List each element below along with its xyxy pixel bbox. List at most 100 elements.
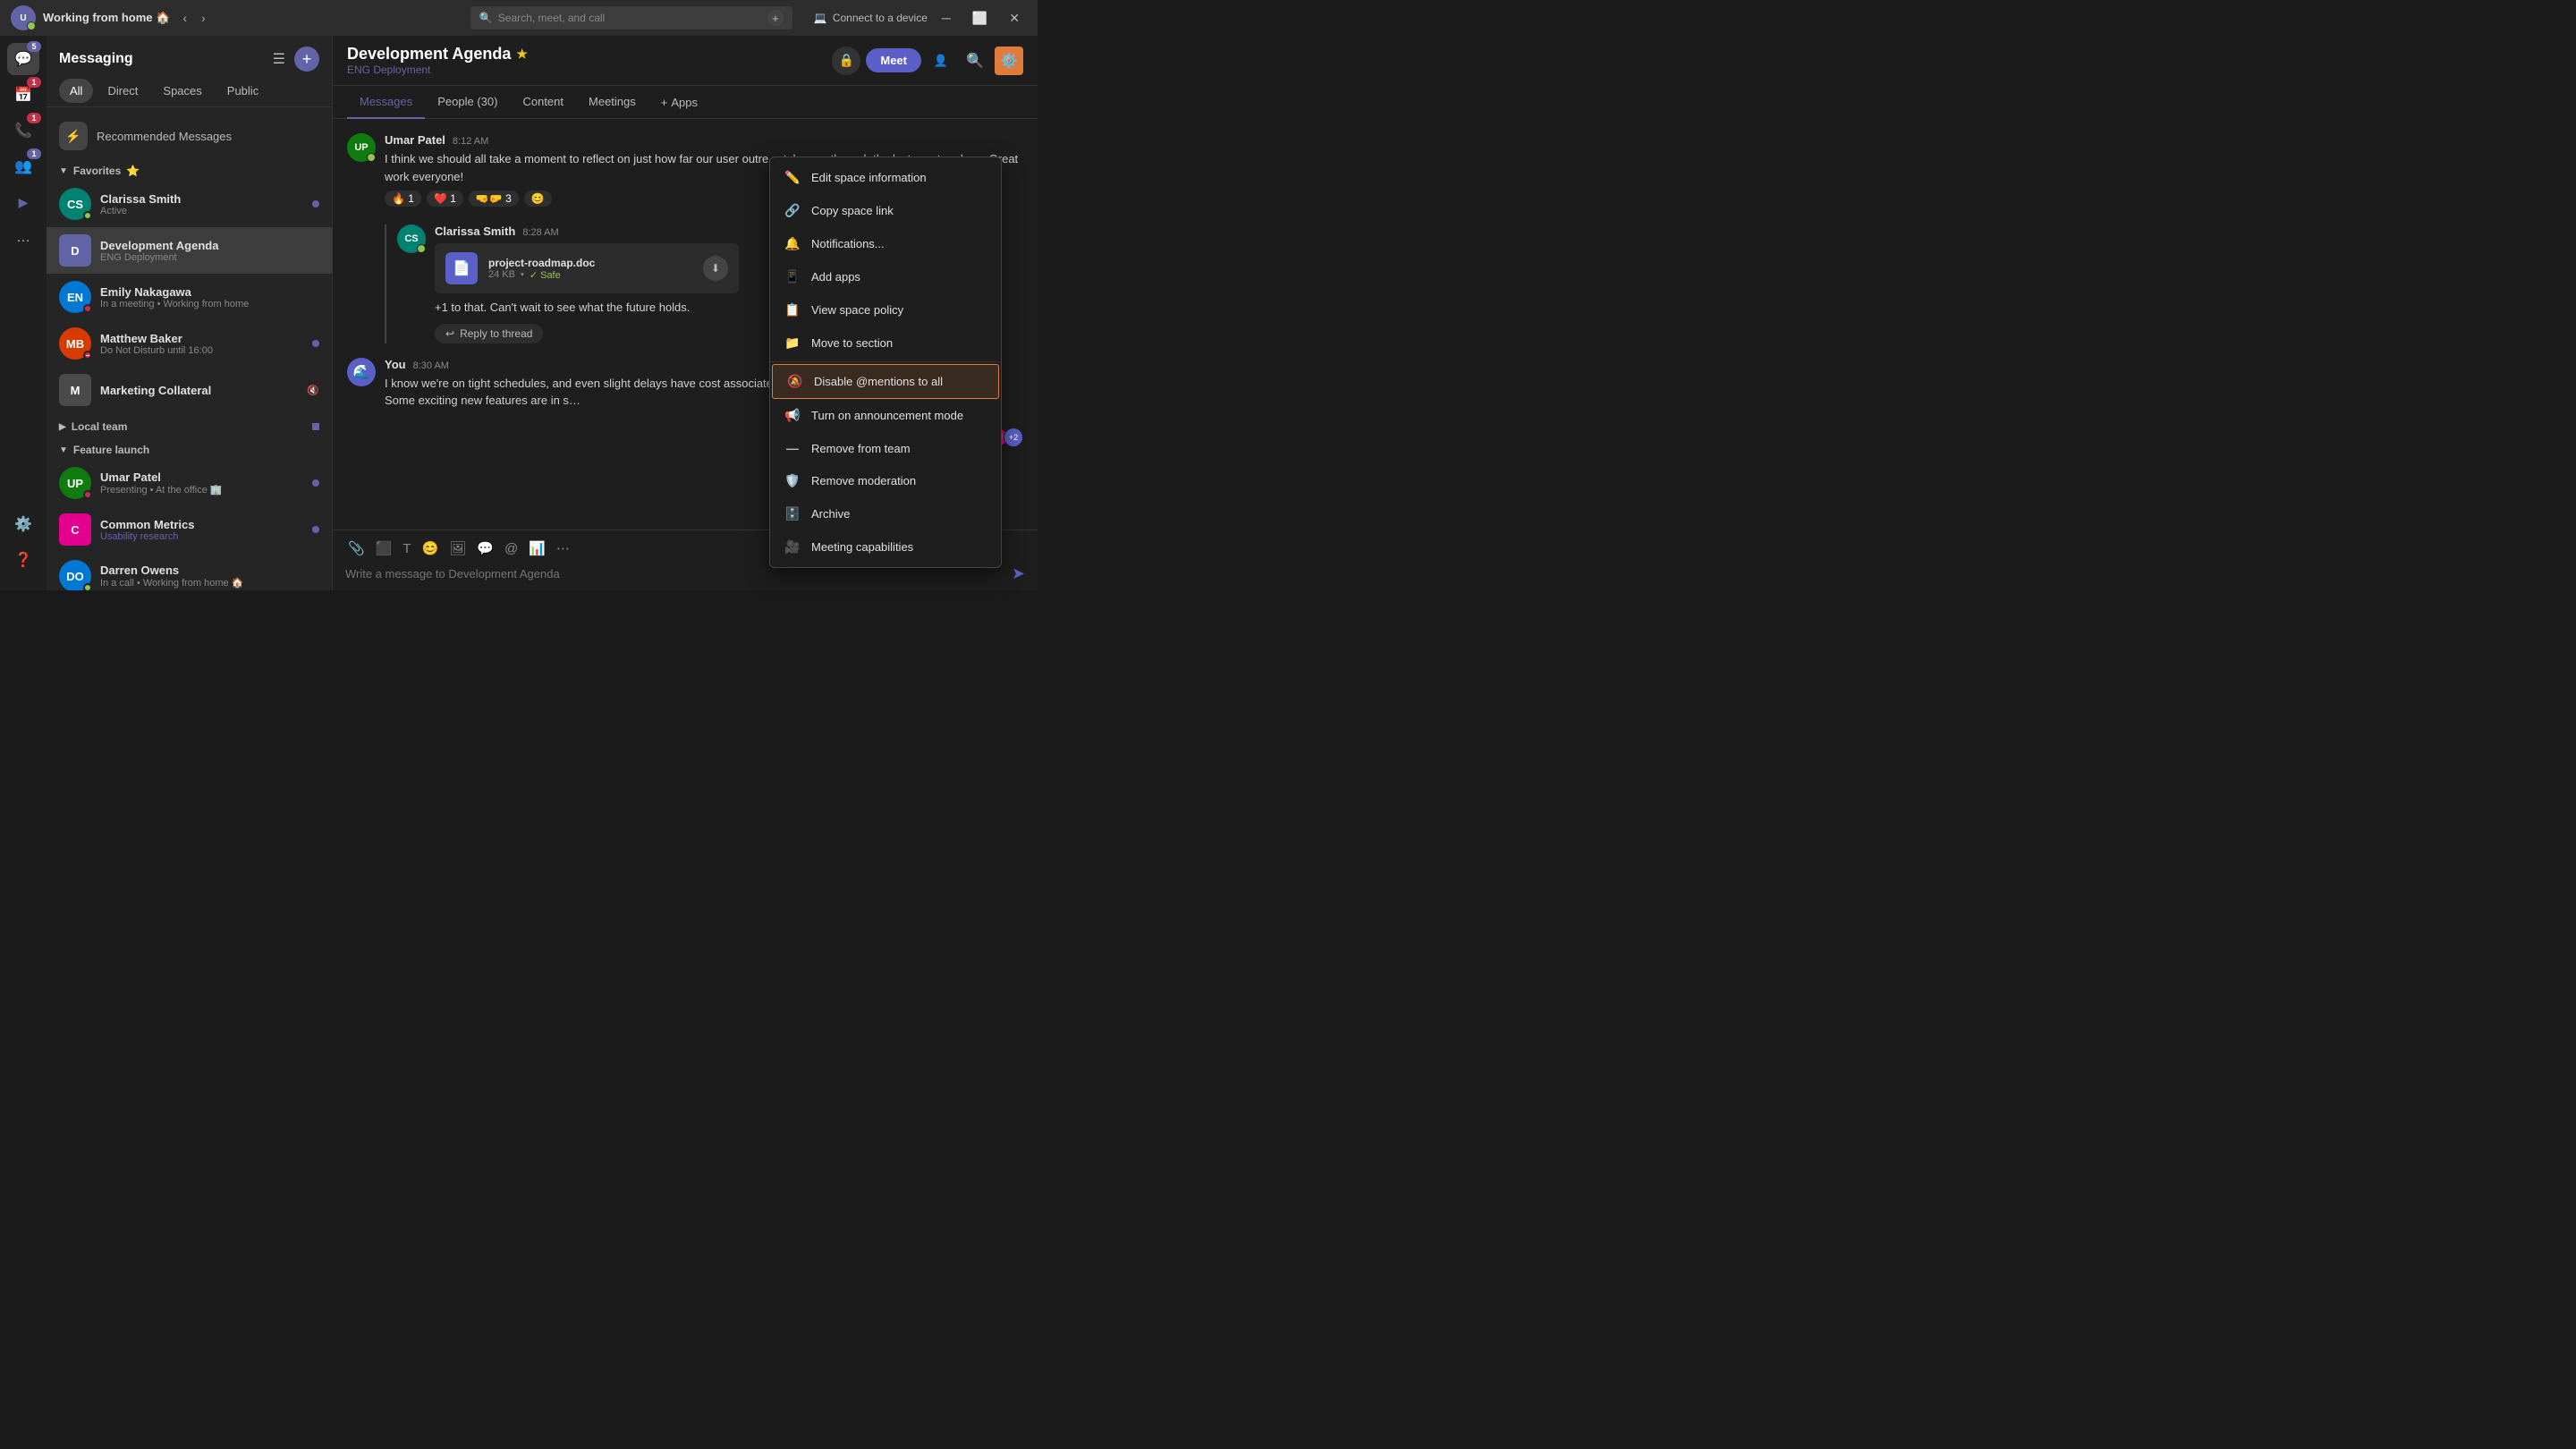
feature-launch-chevron: ▼: [59, 445, 68, 455]
sticker-btn[interactable]: 💬: [474, 538, 496, 559]
lightning-icon: ⚡: [59, 122, 88, 150]
reaction-fire[interactable]: 🔥 1: [385, 191, 421, 207]
minimize-btn[interactable]: ─: [935, 9, 958, 28]
favorites-label: Favorites: [73, 165, 121, 177]
tab-spaces[interactable]: Spaces: [152, 79, 212, 103]
ctx-view-policy[interactable]: 📋 View space policy: [770, 293, 1001, 326]
chat-tabs: Messages People (30) Content Meetings + …: [333, 86, 1038, 119]
search-btn[interactable]: 🔍: [961, 47, 989, 75]
text-btn[interactable]: T: [400, 538, 413, 559]
clarissa-sub: Active: [100, 206, 303, 216]
folder-icon: 📁: [784, 335, 801, 351]
context-menu: ✏️ Edit space information 🔗 Copy space l…: [769, 157, 1002, 568]
ctx-add-apps[interactable]: 📱 Add apps: [770, 260, 1001, 293]
recommended-messages-item[interactable]: ⚡ Recommended Messages: [47, 114, 332, 157]
common-metrics-sub: Usability research: [100, 531, 303, 542]
user-avatar[interactable]: U: [11, 5, 36, 30]
sidebar-item-activity[interactable]: ▶: [7, 186, 39, 218]
sidebar-item-teams[interactable]: 👥 1: [7, 150, 39, 182]
reaction-smile[interactable]: 😊: [524, 191, 552, 207]
send-btn[interactable]: ➤: [1012, 564, 1025, 583]
attach-btn[interactable]: 📎: [345, 538, 368, 559]
ctx-edit-space[interactable]: ✏️ Edit space information: [770, 161, 1001, 194]
filter-btn[interactable]: ☰: [269, 47, 289, 72]
help-icon: ❓: [14, 551, 32, 569]
favorites-chevron: ▼: [59, 166, 68, 176]
ctx-copy-link[interactable]: 🔗 Copy space link: [770, 194, 1001, 227]
more-tools-btn[interactable]: ⋯: [554, 538, 572, 559]
darren-name: Darren Owens: [100, 564, 319, 577]
close-btn[interactable]: ✕: [1002, 9, 1027, 28]
ctx-archive[interactable]: 🗄️ Archive: [770, 497, 1001, 530]
search-bar[interactable]: 🔍 Search, meet, and call +: [470, 6, 792, 30]
ctx-meeting-capabilities[interactable]: 🎥 Meeting capabilities: [770, 530, 1001, 564]
message-input[interactable]: [345, 567, 1003, 580]
chat-item-marketing[interactable]: M Marketing Collateral 🔇: [47, 367, 332, 413]
connect-device[interactable]: 💻 Connect to a device: [814, 12, 928, 24]
tab-public[interactable]: Public: [216, 79, 269, 103]
search-add-btn[interactable]: +: [767, 10, 784, 26]
lock-btn[interactable]: 🔒: [832, 47, 860, 75]
chat-item-umar[interactable]: UP Umar Patel Presenting • At the office…: [47, 460, 332, 506]
section-local-team[interactable]: ▶ Local team: [47, 413, 332, 436]
meet-btn[interactable]: Meet: [866, 48, 921, 72]
ctx-move-section[interactable]: 📁 Move to section: [770, 326, 1001, 360]
chat-item-emily[interactable]: EN Emily Nakagawa In a meeting • Working…: [47, 274, 332, 320]
file-name: project-roadmap.doc: [488, 257, 692, 269]
file-download-btn[interactable]: ⬇: [703, 256, 728, 281]
poll-btn[interactable]: 📊: [526, 538, 548, 559]
matthew-name: Matthew Baker: [100, 332, 303, 345]
reaction-heart[interactable]: ❤️ 1: [427, 191, 463, 207]
ctx-notifications[interactable]: 🔔 Notifications...: [770, 227, 1001, 260]
ctx-remove-moderation[interactable]: 🛡️ Remove moderation: [770, 464, 1001, 497]
chat-item-dev-agenda[interactable]: D Development Agenda ENG Deployment: [47, 227, 332, 274]
section-favorites[interactable]: ▼ Favorites ⭐: [47, 157, 332, 181]
nav-forward[interactable]: ›: [196, 9, 211, 27]
gif-btn[interactable]: 🖼: [446, 538, 469, 559]
ctx-announcement-mode[interactable]: 📢 Turn on announcement mode: [770, 399, 1001, 432]
sidebar-item-help[interactable]: ❓: [7, 544, 39, 576]
section-feature-launch[interactable]: ▼ Feature launch: [47, 436, 332, 460]
mute-mentions-icon: 🔕: [787, 374, 803, 389]
mention-btn[interactable]: @: [502, 538, 521, 559]
participants-btn[interactable]: 👤: [927, 47, 955, 75]
marketing-name: Marketing Collateral: [100, 384, 298, 397]
umar-msg-time: 8:12 AM: [453, 136, 488, 147]
favorites-star-icon: ⭐: [126, 165, 140, 177]
chat-item-darren[interactable]: DO Darren Owens In a call • Working from…: [47, 553, 332, 590]
format-btn[interactable]: ⬛: [373, 538, 395, 559]
tab-all[interactable]: All: [59, 79, 93, 103]
chat-item-clarissa[interactable]: CS Clarissa Smith Active: [47, 181, 332, 227]
sidebar-item-chat[interactable]: 💬 5: [7, 43, 39, 75]
sidebar-item-calendar[interactable]: 📅 1: [7, 79, 39, 111]
recommended-label: Recommended Messages: [97, 130, 232, 143]
darren-status: [83, 583, 92, 590]
tab-content[interactable]: Content: [510, 86, 576, 119]
reply-thread-btn[interactable]: ↩ Reply to thread: [435, 324, 543, 343]
search-placeholder: Search, meet, and call: [498, 12, 605, 24]
sidebar-item-more[interactable]: …: [7, 222, 39, 254]
tab-meetings[interactable]: Meetings: [576, 86, 648, 119]
chat-item-common-metrics[interactable]: C Common Metrics Usability research: [47, 506, 332, 553]
new-message-btn[interactable]: +: [294, 47, 319, 72]
tab-apps[interactable]: + Apps: [648, 87, 710, 118]
ctx-disable-mentions[interactable]: 🔕 Disable @mentions to all: [772, 364, 999, 399]
file-safe: ✓ Safe: [530, 269, 561, 281]
maximize-btn[interactable]: ⬜: [965, 9, 995, 28]
umar-sub: Presenting • At the office 🏢: [100, 484, 303, 496]
emoji-btn[interactable]: 😊: [419, 538, 442, 559]
tab-people[interactable]: People (30): [425, 86, 510, 119]
reaction-fist[interactable]: 🤜🤛 3: [469, 191, 519, 207]
tab-messages[interactable]: Messages: [347, 86, 425, 119]
umar-avatar: UP: [59, 467, 91, 499]
tab-direct[interactable]: Direct: [97, 79, 148, 103]
sidebar-item-calls[interactable]: 📞 1: [7, 114, 39, 147]
nav-back[interactable]: ‹: [177, 9, 192, 27]
chat-item-matthew[interactable]: MB Matthew Baker Do Not Disturb until 16…: [47, 320, 332, 367]
marketing-avatar: M: [59, 374, 91, 406]
policy-icon: 📋: [784, 302, 801, 318]
ctx-remove-team[interactable]: — Remove from team: [770, 432, 1001, 464]
settings-btn[interactable]: ⚙️: [995, 47, 1023, 75]
ctx-copy-label: Copy space link: [811, 204, 894, 217]
sidebar-item-settings[interactable]: ⚙️: [7, 508, 39, 540]
